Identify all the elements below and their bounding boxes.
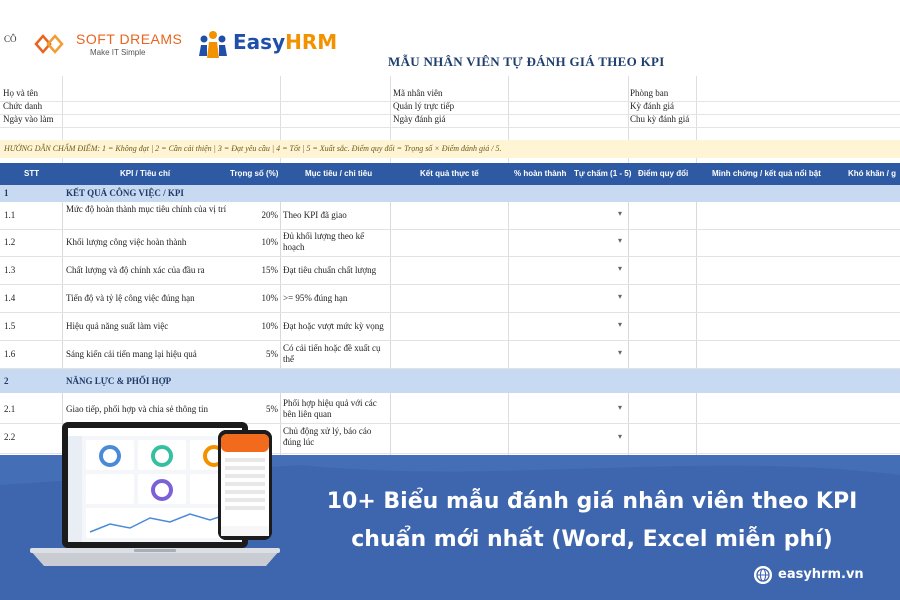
table-row[interactable]: 1.1 Mức độ hoàn thành mục tiêu chính của… [0, 202, 900, 230]
section-number: 1 [4, 188, 9, 198]
row-stt: 1.1 [4, 210, 16, 220]
col-header-evidence: Minh chứng / kết quả nổi bật [712, 169, 821, 178]
col-header-result: Kết quả thực tế [420, 169, 479, 178]
self-score-dropdown[interactable]: ▾ [618, 209, 622, 218]
row-stt: 2.2 [4, 432, 16, 442]
softdreams-logo: SOFT DREAMS Make IT Simple [34, 26, 184, 62]
row-stt: 1.6 [4, 349, 16, 359]
easyhrm-people-icon [199, 31, 227, 58]
row-target: Đạt tiêu chuẩn chất lượng [283, 265, 377, 275]
row-kpi: Giao tiếp, phối hợp và chia sẻ thông tin [66, 404, 208, 414]
row-kpi: Khối lượng công việc hoàn thành [66, 237, 187, 247]
self-score-dropdown[interactable]: ▾ [618, 348, 622, 357]
banner-headline: 10+ Biểu mẫu đánh giá nhân viên theo KPI… [292, 483, 892, 559]
row-weight: 10% [261, 293, 279, 303]
softdreams-name: SOFT DREAMS [76, 31, 183, 47]
info-label: Họ và tên [3, 88, 38, 98]
col-header-converted: Điểm quy đổi [638, 169, 689, 178]
easyhrm-logo: EasyHRM [197, 26, 337, 62]
row-weight: 10% [261, 321, 279, 331]
row-kpi: Chất lượng và độ chính xác của đầu ra [66, 265, 205, 275]
col-header-target: Mục tiêu / chỉ tiêu [305, 169, 373, 178]
row-kpi: Tiến độ và tỷ lệ công việc đúng hạn [66, 293, 195, 303]
self-score-dropdown[interactable]: ▾ [618, 236, 622, 245]
scoring-guide: HƯỚNG DẪN CHẤM ĐIỂM: 1 = Không đạt | 2 =… [0, 140, 900, 158]
info-label: Chức danh [3, 101, 43, 111]
self-score-dropdown[interactable]: ▾ [618, 292, 622, 301]
self-score-dropdown[interactable]: ▾ [618, 432, 622, 441]
info-label: Mã nhân viên [393, 88, 443, 98]
col-header-weight: Trọng số (%) [230, 169, 279, 178]
self-score-dropdown[interactable]: ▾ [618, 264, 622, 273]
info-label: Quản lý trực tiếp [393, 101, 455, 111]
section-row: 2 NĂNG LỰC & PHỐI HỢP [0, 369, 900, 393]
section-row: 1 KẾT QUẢ CÔNG VIỆC / KPI [0, 185, 900, 202]
info-label: Ngày đánh giá [393, 114, 446, 124]
corner-text: CÔ [4, 34, 17, 44]
col-header-kpi: KPI / Tiêu chí [120, 169, 171, 178]
row-target: Theo KPI đã giao [283, 210, 347, 220]
row-kpi: Sáng kiến cải tiến mang lại hiệu quả [66, 349, 197, 359]
form-title: MẪU NHÂN VIÊN TỰ ĐÁNH GIÁ THEO KPI [388, 54, 665, 69]
col-header-percent: % hoàn thành [514, 169, 567, 178]
headline-line-2: chuẩn mới nhất (Word, Excel miễn phí) [351, 527, 833, 552]
self-score-dropdown[interactable]: ▾ [618, 403, 622, 412]
row-target: >= 95% đúng hạn [283, 293, 348, 303]
easyhrm-name: EasyHRM [233, 30, 337, 54]
row-target: Đủ khối lượng theo kế hoạch [283, 231, 365, 252]
row-stt: 1.4 [4, 293, 16, 303]
row-stt: 1.5 [4, 321, 16, 331]
info-label: Phòng ban [630, 88, 669, 98]
info-row: Ngày vào làm Ngày đánh giá Chu kỳ đánh g… [0, 113, 900, 128]
table-row[interactable]: 1.3 Chất lượng và độ chính xác của đầu r… [0, 256, 900, 285]
row-weight: 10% [261, 237, 279, 247]
easyhrm-name-part1: Easy [233, 30, 286, 54]
row-stt: 1.3 [4, 265, 16, 275]
row-weight: 5% [266, 349, 278, 359]
info-label: Chu kỳ đánh giá [630, 114, 690, 124]
section-number: 2 [4, 376, 9, 386]
section-title: KẾT QUẢ CÔNG VIỆC / KPI [66, 188, 184, 198]
globe-icon [754, 566, 772, 584]
row-target: Đạt hoặc vượt mức kỳ vọng [283, 321, 384, 331]
row-target: Phối hợp hiệu quả với các bên liên quan [283, 398, 377, 419]
section-title: NĂNG LỰC & PHỐI HỢP [66, 376, 172, 386]
table-row[interactable]: 1.4 Tiến độ và tỷ lệ công việc đúng hạn … [0, 284, 900, 313]
row-weight: 20% [261, 210, 279, 220]
row-target: Chủ động xử lý, báo cáo đúng lúc [283, 426, 372, 447]
easyhrm-name-part2: HRM [285, 30, 338, 54]
row-weight: 15% [261, 265, 279, 275]
table-row[interactable]: 1.6 Sáng kiến cải tiến mang lại hiệu quả… [0, 340, 900, 369]
row-weight: 5% [266, 404, 278, 414]
info-label: Kỳ đánh giá [630, 101, 674, 111]
row-stt: 1.2 [4, 237, 16, 247]
table-row[interactable]: 1.5 Hiệu quả năng suất làm việc 10% Đạt … [0, 312, 900, 341]
col-header-difficulty: Khó khăn / g [848, 169, 896, 178]
softdreams-tagline: Make IT Simple [90, 48, 146, 57]
phone-app-image [218, 430, 272, 540]
row-kpi: Hiệu quả năng suất làm việc [66, 321, 169, 331]
col-header-self-score: Tự chấm (1 - 5) [574, 169, 632, 178]
info-label: Ngày vào làm [3, 114, 54, 124]
table-row[interactable]: 1.2 Khối lượng công việc hoàn thành 10% … [0, 229, 900, 257]
table-header: STT KPI / Tiêu chí Trọng số (%) Mục tiêu… [0, 163, 900, 185]
row-target: Có cải tiến hoặc đề xuất cụ thể [283, 343, 381, 364]
row-kpi: Mức độ hoàn thành mục tiêu chính của vị … [66, 204, 227, 214]
self-score-dropdown[interactable]: ▾ [618, 320, 622, 329]
row-stt: 2.1 [4, 404, 16, 414]
website-link[interactable]: easyhrm.vn [778, 567, 864, 582]
col-header-stt: STT [24, 169, 40, 178]
softdreams-mark-icon [34, 34, 64, 54]
spreadsheet-preview: CÔ SOFT DREAMS Make IT Simple EasyHRM MẪ… [0, 0, 900, 455]
headline-line-1: 10+ Biểu mẫu đánh giá nhân viên theo KPI [326, 489, 858, 514]
